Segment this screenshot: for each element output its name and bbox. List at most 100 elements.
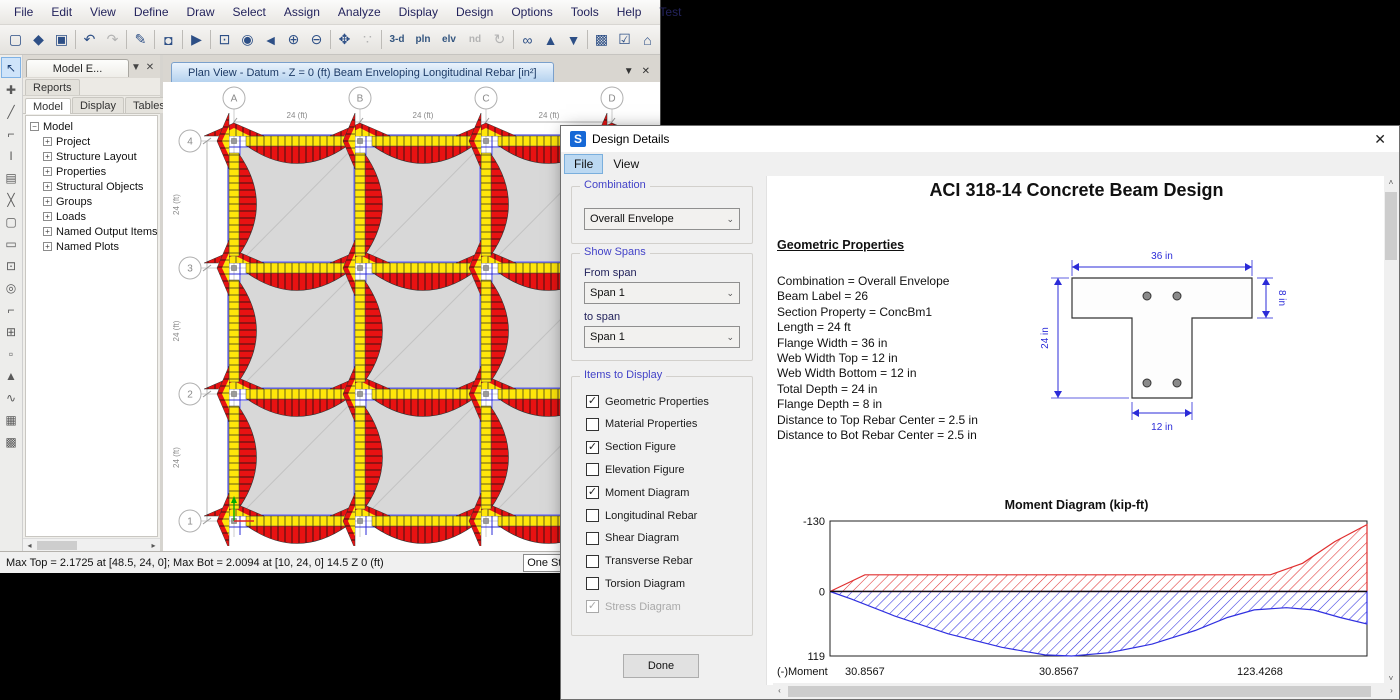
explorer-dropdown-icon[interactable]: ▼	[129, 62, 143, 73]
tree-item-project[interactable]: +Project	[30, 134, 156, 149]
dialog-menu-file[interactable]: File	[564, 154, 603, 174]
draw-rectangular-area-icon[interactable]: ▭	[1, 233, 21, 254]
checkbox-torsion-diagram[interactable]: Torsion Diagram	[586, 577, 685, 590]
draw-node-icon[interactable]: ▫	[1, 343, 21, 364]
checkbox-elevation-figure[interactable]: Elevation Figure	[586, 463, 685, 476]
zoom-previous-icon[interactable]: ◄	[259, 28, 282, 52]
draw-dimension-icon[interactable]: I	[1, 145, 21, 166]
expand-icon[interactable]: +	[43, 212, 52, 221]
tree-item-named-plots[interactable]: +Named Plots	[30, 239, 156, 254]
tree-item-loads[interactable]: +Loads	[30, 209, 156, 224]
move-up-in-list-icon[interactable]: ▲	[539, 28, 562, 52]
check-model-icon[interactable]: ☑	[613, 28, 636, 52]
grid-options-icon[interactable]: ▦	[1, 409, 21, 430]
menu-item-file[interactable]: File	[5, 1, 42, 23]
expand-icon[interactable]: +	[43, 167, 52, 176]
checkbox-geometric-properties[interactable]: ✓Geometric Properties	[586, 395, 709, 408]
checkbox-icon[interactable]: ✓	[586, 486, 599, 499]
checkbox-icon[interactable]	[586, 555, 599, 568]
expand-icon[interactable]: +	[43, 137, 52, 146]
to-span-select[interactable]: Span 1⌄	[584, 326, 740, 348]
menu-item-test[interactable]: Test	[650, 1, 690, 23]
menu-item-analyze[interactable]: Analyze	[329, 1, 390, 23]
model-explorer-tab[interactable]: Model E...	[26, 59, 129, 77]
menu-item-edit[interactable]: Edit	[42, 1, 81, 23]
tree-item-structural-objects[interactable]: +Structural Objects	[30, 179, 156, 194]
checkbox-icon[interactable]	[586, 577, 599, 590]
menu-item-display[interactable]: Display	[390, 1, 447, 23]
dialog-menu-view[interactable]: View	[603, 154, 649, 174]
checkbox-moment-diagram[interactable]: ✓Moment Diagram	[586, 486, 689, 499]
pan-icon[interactable]: ✥	[333, 28, 356, 52]
expand-icon[interactable]: +	[43, 227, 52, 236]
zoom-out-icon[interactable]: ⊖	[305, 28, 328, 52]
scroll-right-icon[interactable]: ›	[1385, 684, 1398, 697]
view-plan-icon[interactable]: pln	[410, 28, 436, 52]
combination-select[interactable]: Overall Envelope⌄	[584, 208, 740, 230]
reshape-object-icon[interactable]: ✚	[1, 79, 21, 100]
view-3d-icon[interactable]: 3-d	[384, 28, 410, 52]
checkbox-longitudinal-rebar[interactable]: Longitudinal Rebar	[586, 509, 697, 522]
pattern-icon[interactable]: ▩	[1, 431, 21, 452]
draw-spline-icon[interactable]: ∿	[1, 387, 21, 408]
checkbox-transverse-rebar[interactable]: Transverse Rebar	[586, 555, 693, 568]
view-tab-close-icon[interactable]: ✕	[642, 66, 650, 77]
report-horizontal-scrollbar[interactable]: ‹ ›	[773, 683, 1398, 698]
draw-column-icon[interactable]: ⊞	[1, 321, 21, 342]
new-model-icon[interactable]: ▢	[4, 28, 27, 52]
checkbox-icon[interactable]	[586, 463, 599, 476]
window-icon[interactable]: ⌂	[636, 28, 659, 52]
checkbox-material-properties[interactable]: Material Properties	[586, 418, 697, 431]
menu-item-define[interactable]: Define	[125, 1, 178, 23]
undo-icon[interactable]: ↶	[78, 28, 101, 52]
dialog-close-icon[interactable]: ✕	[1370, 131, 1390, 148]
draw-strip-icon[interactable]: ▤	[1, 167, 21, 188]
pointer-select-icon[interactable]: ↖	[1, 57, 21, 78]
tree-item-named-output-items[interactable]: +Named Output Items	[30, 224, 156, 239]
scroll-left-icon[interactable]: ‹	[773, 684, 786, 697]
draw-edit-icon[interactable]: ✎	[129, 28, 152, 52]
tab-display[interactable]: Display	[72, 97, 124, 113]
menu-item-assign[interactable]: Assign	[275, 1, 329, 23]
tab-model[interactable]: Model	[25, 98, 71, 114]
explorer-horizontal-scrollbar[interactable]: ◂ ▸	[23, 538, 160, 551]
draw-point-area-icon[interactable]: ⊡	[1, 255, 21, 276]
report-vertical-scrollbar[interactable]: ˄ ˅	[1384, 176, 1398, 685]
menu-item-view[interactable]: View	[81, 1, 125, 23]
zoom-in-icon[interactable]: ⊕	[282, 28, 305, 52]
draw-polyline-icon[interactable]: ⌐	[1, 123, 21, 144]
explorer-close-icon[interactable]: ✕	[143, 62, 157, 73]
expand-icon[interactable]: +	[43, 242, 52, 251]
draw-wall-icon[interactable]: ⌐	[1, 299, 21, 320]
checkbox-icon[interactable]	[586, 509, 599, 522]
scroll-right-icon[interactable]: ▸	[147, 539, 160, 552]
expand-icon[interactable]: +	[43, 182, 52, 191]
zoom-window-icon[interactable]: ⊡	[213, 28, 236, 52]
tree-item-structure-layout[interactable]: +Structure Layout	[30, 149, 156, 164]
checkbox-section-figure[interactable]: ✓Section Figure	[586, 441, 676, 454]
view-elevation-icon[interactable]: elv	[436, 28, 462, 52]
tree-item-model[interactable]: −Model	[30, 119, 156, 134]
scroll-left-icon[interactable]: ◂	[23, 539, 36, 552]
checkbox-icon[interactable]	[586, 532, 599, 545]
menu-item-help[interactable]: Help	[608, 1, 651, 23]
tab-plan-view[interactable]: Plan View - Datum - Z = 0 (ft) Beam Enve…	[171, 62, 554, 82]
tab-reports[interactable]: Reports	[25, 79, 80, 95]
menu-item-select[interactable]: Select	[224, 1, 275, 23]
done-button[interactable]: Done	[623, 654, 699, 678]
checkbox-icon[interactable]: ✓	[586, 441, 599, 454]
open-icon[interactable]: ◆	[27, 28, 50, 52]
tower-icon[interactable]: ▲	[1, 365, 21, 386]
draw-point-icon[interactable]: ◎	[1, 277, 21, 298]
checkbox-shear-diagram[interactable]: Shear Diagram	[586, 532, 679, 545]
view-tab-dropdown-icon[interactable]: ▼	[624, 66, 634, 77]
from-span-select[interactable]: Span 1⌄	[584, 282, 740, 304]
tree-item-properties[interactable]: +Properties	[30, 164, 156, 179]
move-down-in-list-icon[interactable]: ▼	[562, 28, 585, 52]
menu-item-tools[interactable]: Tools	[562, 1, 608, 23]
draw-area-icon[interactable]: ▢	[1, 211, 21, 232]
checkbox-icon[interactable]: ✓	[586, 395, 599, 408]
draw-opening-icon[interactable]: ╳	[1, 189, 21, 210]
zoom-extents-icon[interactable]: ◉	[236, 28, 259, 52]
save-icon[interactable]: ▣	[50, 28, 73, 52]
